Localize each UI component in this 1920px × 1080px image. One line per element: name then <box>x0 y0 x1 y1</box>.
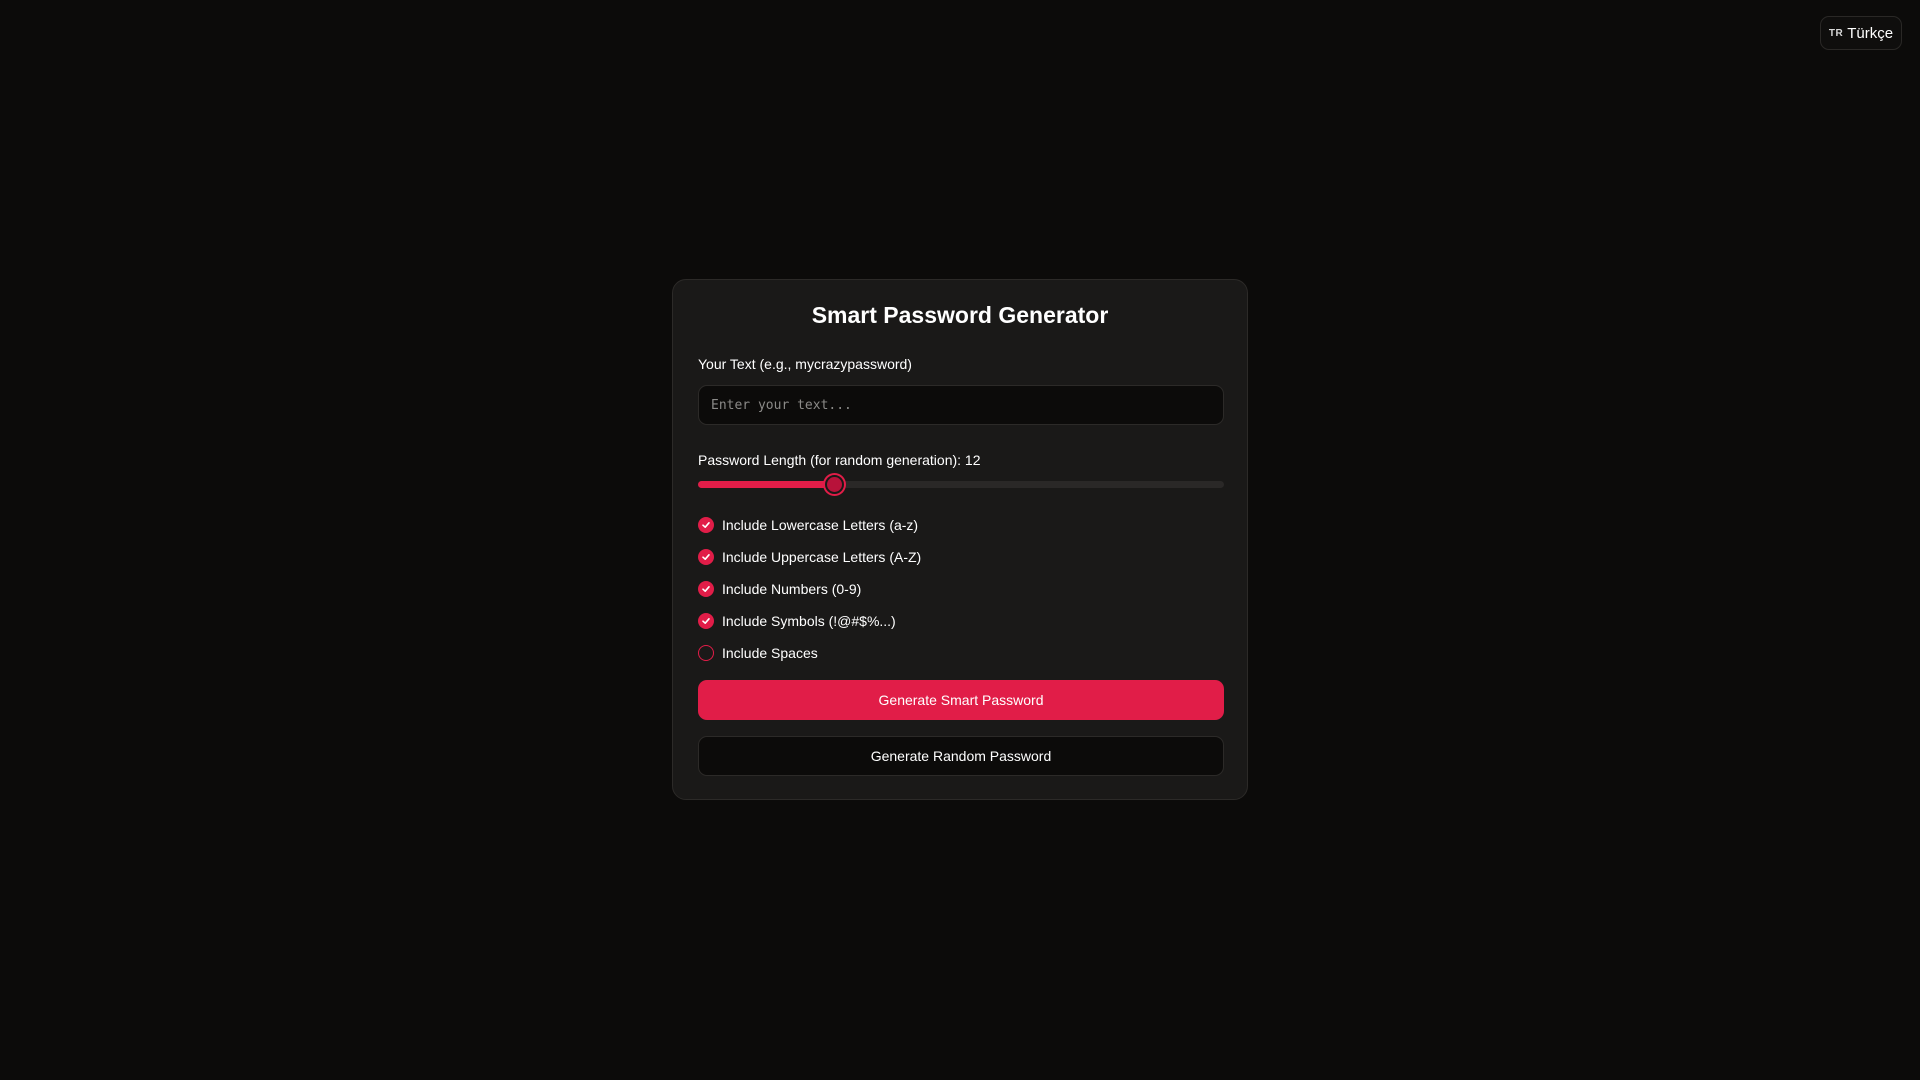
options-list: Include Lowercase Letters (a-z) Include … <box>698 509 921 669</box>
option-label: Include Spaces <box>722 645 818 661</box>
length-label: Password Length (for random generation):… <box>698 452 981 468</box>
option-label: Include Numbers (0-9) <box>722 581 862 597</box>
option-lowercase[interactable]: Include Lowercase Letters (a-z) <box>698 509 921 541</box>
length-slider[interactable] <box>698 475 1224 494</box>
language-label: Türkçe <box>1847 24 1894 42</box>
checkbox-icon[interactable] <box>698 549 714 565</box>
option-numbers[interactable]: Include Numbers (0-9) <box>698 573 921 605</box>
page-title: Smart Password Generator <box>811 302 1109 328</box>
checkbox-icon[interactable] <box>698 517 714 533</box>
checkbox-icon[interactable] <box>698 645 714 661</box>
length-slider-handle[interactable] <box>824 475 844 494</box>
generate-smart-password-button[interactable]: Generate Smart Password <box>698 680 1224 720</box>
checkbox-icon[interactable] <box>698 581 714 597</box>
generate-random-password-button[interactable]: Generate Random Password <box>698 736 1224 776</box>
language-toggle-button[interactable]: TR Türkçe <box>1820 16 1902 50</box>
text-input-label: Your Text (e.g., mycrazypassword) <box>698 356 912 372</box>
option-label: Include Uppercase Letters (A-Z) <box>722 549 922 565</box>
language-code: TR <box>1828 27 1844 39</box>
option-uppercase[interactable]: Include Uppercase Letters (A-Z) <box>698 541 921 573</box>
text-input[interactable] <box>698 385 1224 425</box>
checkbox-icon[interactable] <box>698 613 714 629</box>
option-spaces[interactable]: Include Spaces <box>698 637 921 669</box>
option-label: Include Symbols (!@#$%...) <box>722 613 896 629</box>
length-slider-fill <box>698 481 834 488</box>
password-generator-card: Smart Password Generator Your Text (e.g.… <box>672 279 1248 800</box>
option-label: Include Lowercase Letters (a-z) <box>722 517 919 533</box>
option-symbols[interactable]: Include Symbols (!@#$%...) <box>698 605 921 637</box>
